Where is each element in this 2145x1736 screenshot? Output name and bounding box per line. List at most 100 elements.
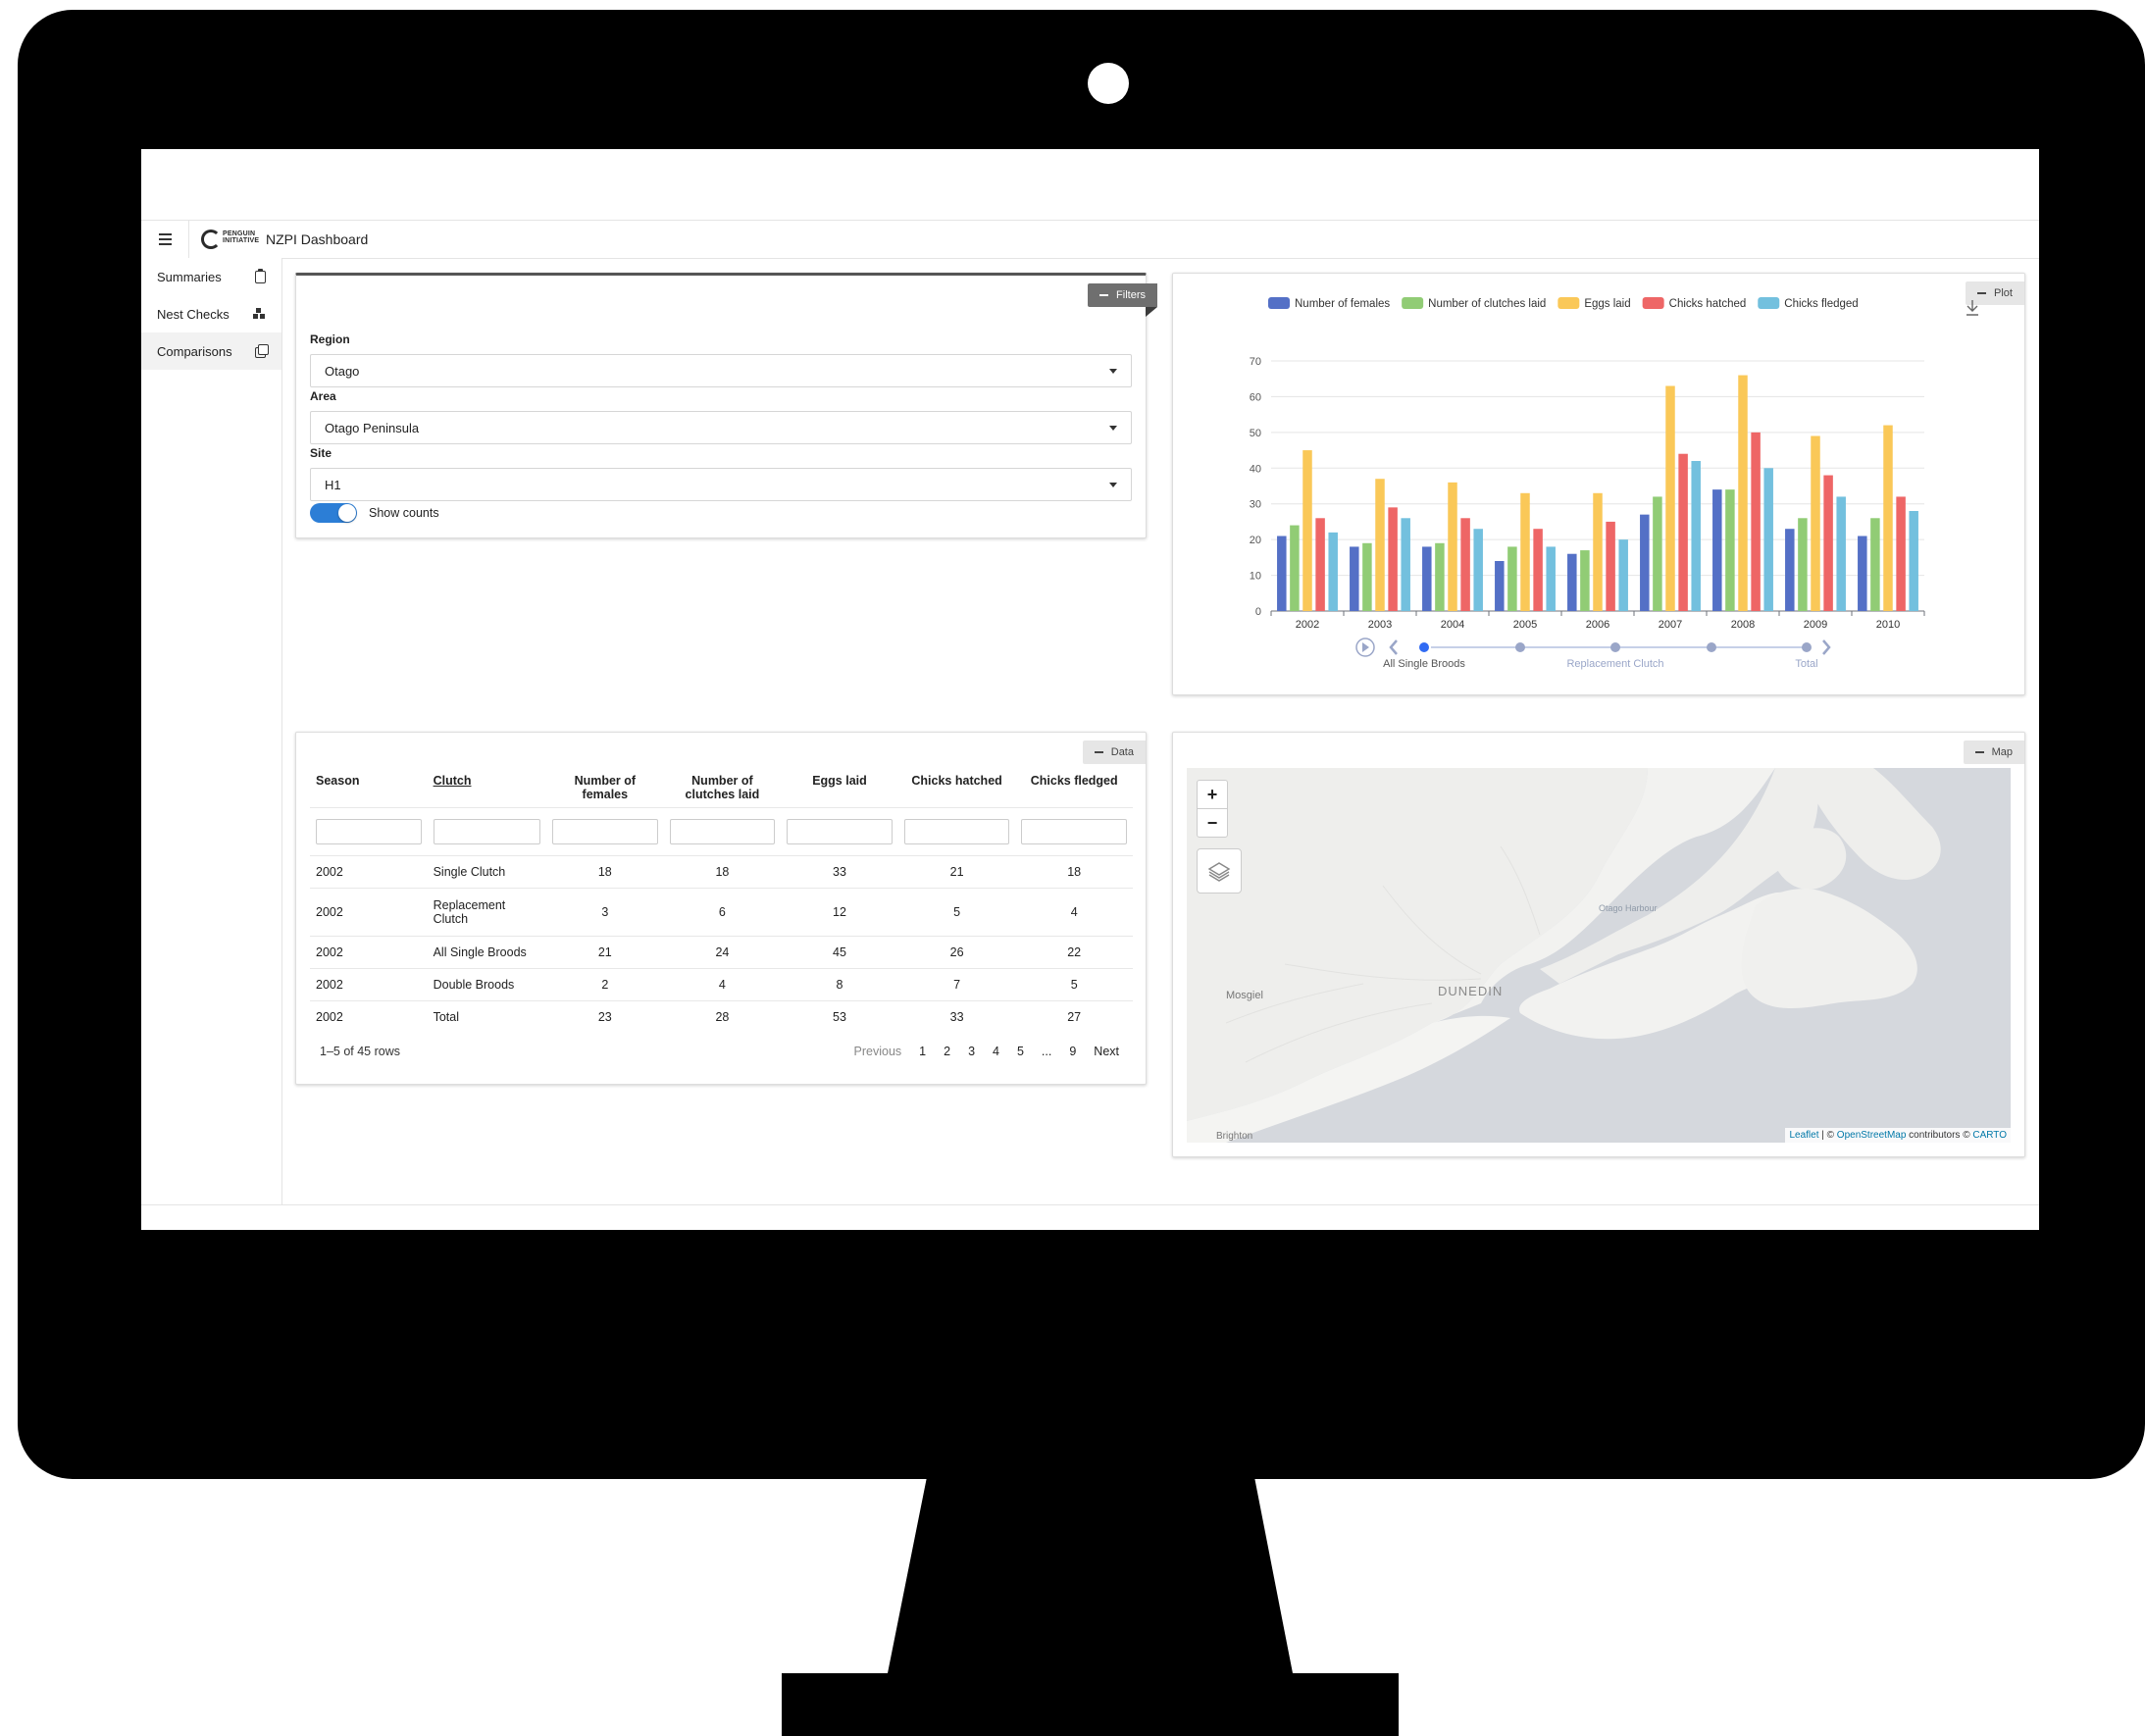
table-cell: 4 bbox=[1015, 888, 1133, 937]
column-header-season[interactable]: Season bbox=[310, 770, 428, 808]
page-link[interactable]: 5 bbox=[1017, 1045, 1024, 1058]
timeline-dot bbox=[1515, 642, 1525, 652]
bar bbox=[1375, 479, 1385, 611]
bar bbox=[1618, 539, 1628, 611]
timeline-dot bbox=[1802, 642, 1812, 652]
table-cell: 2002 bbox=[310, 1000, 428, 1033]
show-counts-label: Show counts bbox=[369, 506, 439, 520]
sidebar: Summaries Nest Checks Comparisons bbox=[141, 258, 282, 1204]
column-header-eggs[interactable]: Eggs laid bbox=[781, 770, 898, 808]
x-tick-label: 2005 bbox=[1513, 619, 1537, 631]
map[interactable]: Mosgiel DUNEDIN Otago Harbour Brighton +… bbox=[1187, 768, 2011, 1143]
bar bbox=[1567, 553, 1577, 611]
column-header-females[interactable]: Number of females bbox=[546, 770, 664, 808]
zoom-in-button[interactable]: + bbox=[1198, 781, 1227, 808]
table-cell: 8 bbox=[781, 968, 898, 1001]
table-cell: 23 bbox=[546, 1000, 664, 1033]
x-tick-label: 2007 bbox=[1659, 619, 1682, 631]
bar bbox=[1495, 561, 1505, 611]
column-filter-row bbox=[310, 807, 1133, 856]
area-value: Otago Peninsula bbox=[325, 420, 420, 435]
show-counts-toggle[interactable] bbox=[310, 503, 357, 523]
pagination: 1–5 of 45 rows Previous 1 2 3 4 5 ... 9 … bbox=[310, 1045, 1133, 1058]
layers-button[interactable] bbox=[1197, 848, 1242, 894]
bar bbox=[1725, 489, 1735, 611]
filter-input-clutch[interactable] bbox=[433, 819, 541, 844]
table-cell: 3 bbox=[546, 888, 664, 937]
y-tick-label: 70 bbox=[1250, 356, 1261, 368]
legend-swatch bbox=[1558, 297, 1580, 309]
legend-label: Chicks fledged bbox=[1784, 298, 1858, 310]
page-link[interactable]: 3 bbox=[968, 1045, 975, 1058]
table-cell: All Single Broods bbox=[427, 936, 547, 969]
x-tick-label: 2006 bbox=[1586, 619, 1609, 631]
x-tick-label: 2008 bbox=[1731, 619, 1755, 631]
table-cell: 2002 bbox=[310, 968, 428, 1001]
table-cell: 2002 bbox=[310, 936, 428, 969]
table-cell: 2002 bbox=[310, 888, 428, 937]
column-header-fledged[interactable]: Chicks fledged bbox=[1015, 770, 1133, 808]
sidebar-item-comparisons[interactable]: Comparisons bbox=[141, 332, 281, 370]
site-select[interactable]: H1 bbox=[310, 468, 1132, 501]
data-collapse-button[interactable]: Data bbox=[1082, 740, 1146, 764]
table-cell: 2002 bbox=[310, 855, 428, 889]
page-link[interactable]: 1 bbox=[919, 1045, 926, 1058]
logo-mark-icon bbox=[201, 230, 221, 249]
region-select[interactable]: Otago bbox=[310, 354, 1132, 387]
bar bbox=[1277, 536, 1287, 611]
site-label: Site bbox=[310, 446, 332, 460]
next-page-button[interactable]: Next bbox=[1094, 1045, 1119, 1058]
filter-input-females[interactable] bbox=[552, 819, 658, 844]
zoom-out-button[interactable]: − bbox=[1198, 808, 1227, 837]
carto-link[interactable]: CARTO bbox=[1972, 1130, 2007, 1141]
penguin-initiative-logo: PENGUIN INITIATIVE bbox=[201, 228, 259, 251]
table-cell: 33 bbox=[897, 1000, 1016, 1033]
filter-input-hatched[interactable] bbox=[903, 819, 1010, 844]
table-cell: 18 bbox=[663, 855, 782, 889]
table-cell: Total bbox=[427, 1000, 547, 1033]
area-select[interactable]: Otago Peninsula bbox=[310, 411, 1132, 444]
timeline-dot bbox=[1610, 642, 1620, 652]
page-link[interactable]: 9 bbox=[1069, 1045, 1076, 1058]
map-collapse-button[interactable]: Map bbox=[1963, 740, 2024, 764]
bar bbox=[1896, 496, 1906, 611]
bar bbox=[1302, 450, 1312, 611]
data-table: Season Clutch Number of females Number o… bbox=[310, 770, 1133, 1033]
plot-card: Plot 0 10 20 30 40 50 60 70 2002 2003 2004 2005 2006… bbox=[1172, 273, 2025, 695]
bar bbox=[1422, 546, 1432, 611]
caret-down-icon bbox=[1109, 368, 1117, 374]
bar bbox=[1665, 385, 1675, 611]
page-link[interactable]: 2 bbox=[944, 1045, 950, 1058]
filters-collapse-button[interactable]: Filters bbox=[1088, 283, 1157, 317]
table-cell: 12 bbox=[781, 888, 898, 937]
bar bbox=[1836, 496, 1846, 611]
sidebar-item-label: Nest Checks bbox=[157, 306, 230, 322]
column-header-clutches[interactable]: Number of clutches laid bbox=[664, 770, 782, 808]
column-header-clutch[interactable]: Clutch bbox=[428, 770, 546, 808]
page-ellipsis: ... bbox=[1041, 1045, 1052, 1058]
leaflet-link[interactable]: Leaflet bbox=[1789, 1130, 1818, 1141]
timeline-label: Total bbox=[1795, 658, 1817, 670]
table-row: 2002 Replacement Clutch 3 6 12 5 4 bbox=[310, 888, 1133, 937]
filter-input-clutches[interactable] bbox=[669, 819, 776, 844]
sidebar-item-summaries[interactable]: Summaries bbox=[141, 258, 281, 295]
row-count: 1–5 of 45 rows bbox=[320, 1045, 400, 1058]
table-cell: 24 bbox=[663, 936, 782, 969]
osm-link[interactable]: OpenStreetMap bbox=[1837, 1130, 1907, 1141]
y-tick-label: 0 bbox=[1255, 606, 1261, 618]
menu-toggle-button[interactable] bbox=[141, 221, 189, 258]
filter-input-fledged[interactable] bbox=[1021, 819, 1127, 844]
attribution-text: | © bbox=[1818, 1130, 1837, 1141]
filter-input-eggs[interactable] bbox=[787, 819, 893, 844]
column-header-hatched[interactable]: Chicks hatched bbox=[898, 770, 1016, 808]
bar bbox=[1909, 511, 1918, 611]
table-cell: 18 bbox=[546, 855, 664, 889]
timeline-dot bbox=[1707, 642, 1716, 652]
sidebar-item-nest-checks[interactable]: Nest Checks bbox=[141, 295, 281, 332]
bar bbox=[1388, 507, 1398, 611]
filter-input-season[interactable] bbox=[316, 819, 422, 844]
bar bbox=[1870, 518, 1880, 611]
previous-page-button[interactable]: Previous bbox=[854, 1045, 902, 1058]
map-label-harbour: Otago Harbour bbox=[1599, 903, 1658, 913]
page-link[interactable]: 4 bbox=[993, 1045, 999, 1058]
